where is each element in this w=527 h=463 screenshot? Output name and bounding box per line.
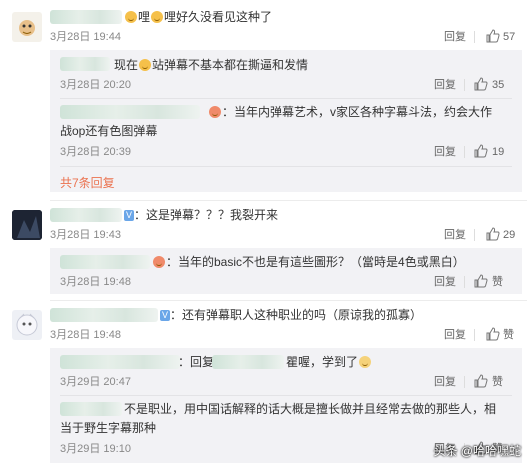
reply-button[interactable]: 回复 bbox=[444, 228, 466, 242]
like-icon[interactable] bbox=[474, 144, 488, 158]
avatar[interactable] bbox=[12, 12, 42, 42]
divider bbox=[464, 146, 465, 158]
reply-divider bbox=[60, 395, 512, 396]
reply-button[interactable]: 回复 bbox=[444, 30, 466, 44]
reply-text-suffix: 瞿喔，学到了 bbox=[286, 354, 372, 370]
reply-body: ：当年内弹幕艺术，v家区各种字幕斗法，约会大作 bbox=[222, 105, 493, 119]
comment-divider bbox=[50, 200, 527, 201]
reply-divider bbox=[60, 98, 512, 99]
username-blurred[interactable] bbox=[50, 208, 122, 222]
username-blurred[interactable] bbox=[60, 57, 110, 71]
like-icon[interactable] bbox=[474, 77, 488, 91]
like-icon[interactable] bbox=[474, 374, 488, 388]
reply-text-line2: 战op还有色图弹幕 bbox=[60, 124, 158, 138]
comment-body: ：这是弹幕？？？我裂开来 bbox=[134, 208, 279, 222]
comment-time: 3月28日 19:43 bbox=[50, 229, 121, 241]
avatar[interactable] bbox=[12, 310, 42, 340]
like-count: 29 bbox=[503, 229, 516, 241]
reply-suffix: 瞿喔，学到了 bbox=[286, 355, 359, 369]
like-icon[interactable] bbox=[474, 274, 488, 288]
reply-time: 3月29日 19:10 bbox=[60, 443, 131, 455]
more-replies-link[interactable]: 共7条回复 bbox=[60, 174, 115, 191]
comment-body: ：还有弹幕职人这种职业的吗（原谅我的孤寡） bbox=[170, 308, 423, 322]
reply-time: 3月28日 19:48 bbox=[60, 276, 131, 288]
comment-text: 哩哩好久没看见这种了 bbox=[124, 9, 272, 25]
like-count: 赞 bbox=[503, 329, 514, 341]
reply-text: 不是职业，用中国话解释的话大概是擅长做并且经常去做的那些人，相 bbox=[124, 402, 497, 416]
watermark: 头条 @哈哈嘿蛇 bbox=[433, 444, 521, 458]
reply-text: 现在 站弹幕不基本都在撕逼和发情 bbox=[114, 57, 308, 73]
emoji-icon bbox=[209, 106, 221, 118]
divider bbox=[464, 376, 465, 388]
username-blurred[interactable] bbox=[50, 308, 158, 322]
like-count: 赞 bbox=[492, 376, 503, 388]
divider bbox=[474, 329, 475, 341]
divider bbox=[464, 79, 465, 91]
reply-button[interactable]: 回复 bbox=[444, 328, 466, 342]
like-count: 赞 bbox=[492, 276, 503, 288]
divider bbox=[474, 31, 475, 43]
mention-blurred[interactable] bbox=[212, 355, 284, 369]
emoji-icon bbox=[139, 59, 152, 71]
emoji-icon bbox=[153, 256, 165, 268]
comment-divider bbox=[50, 300, 527, 301]
divider bbox=[474, 229, 475, 241]
emoji-icon bbox=[359, 356, 372, 368]
reply-text: ：当年内弹幕艺术，v家区各种字幕斗法，约会大作 bbox=[208, 104, 492, 120]
like-count: 57 bbox=[503, 31, 516, 43]
reply-text: ：当年的basic不也是有這些圖形？（當時是4色或黑白） bbox=[152, 254, 465, 270]
username-blurred[interactable] bbox=[60, 402, 122, 416]
vip-badge: V bbox=[124, 210, 135, 221]
username-blurred[interactable] bbox=[60, 355, 180, 369]
reply-body: ：当年的basic不也是有這些圖形？（當時是4色或黑白） bbox=[166, 255, 465, 269]
comment-time: 3月28日 19:44 bbox=[50, 31, 121, 43]
like-count: 19 bbox=[492, 146, 505, 158]
emoji-icon bbox=[125, 11, 137, 23]
reply-text-line2: 当于野生字幕那种 bbox=[60, 421, 157, 435]
divider bbox=[464, 276, 465, 288]
emoji-icon bbox=[151, 11, 164, 23]
like-icon[interactable] bbox=[486, 327, 500, 341]
reply-time: 3月28日 20:20 bbox=[60, 79, 131, 91]
username-blurred[interactable] bbox=[50, 10, 122, 24]
reply-time: 3月29日 20:47 bbox=[60, 376, 131, 388]
like-icon[interactable] bbox=[486, 227, 500, 241]
reply-body: ：回复 bbox=[178, 355, 215, 369]
vip-badge: V bbox=[160, 310, 171, 321]
comment-text: V ：还有弹幕职人这种职业的吗（原谅我的孤寡） bbox=[160, 307, 422, 323]
comment-time: 3月28日 19:48 bbox=[50, 329, 121, 341]
comment-text: V ：这是弹幕？？？我裂开来 bbox=[124, 207, 278, 223]
comment-body: 哩好久没看见这种了 bbox=[164, 10, 273, 24]
reply-prefix: 现在 bbox=[114, 58, 139, 72]
emoji-lead-text: 哩 bbox=[138, 10, 151, 24]
like-icon[interactable] bbox=[486, 29, 500, 43]
reply-button[interactable]: 回复 bbox=[434, 375, 456, 389]
avatar[interactable] bbox=[12, 210, 42, 240]
reply-time: 3月28日 20:39 bbox=[60, 146, 131, 158]
reply-button[interactable]: 回复 bbox=[434, 145, 456, 159]
reply-divider bbox=[60, 166, 512, 167]
username-blurred[interactable] bbox=[60, 105, 200, 119]
reply-body: 站弹幕不基本都在撕逼和发情 bbox=[152, 58, 309, 72]
like-count: 35 bbox=[492, 79, 505, 91]
reply-text: ：回复 bbox=[178, 354, 214, 370]
reply-button[interactable]: 回复 bbox=[434, 78, 456, 92]
reply-button[interactable]: 回复 bbox=[434, 275, 456, 289]
username-blurred[interactable] bbox=[60, 255, 150, 269]
